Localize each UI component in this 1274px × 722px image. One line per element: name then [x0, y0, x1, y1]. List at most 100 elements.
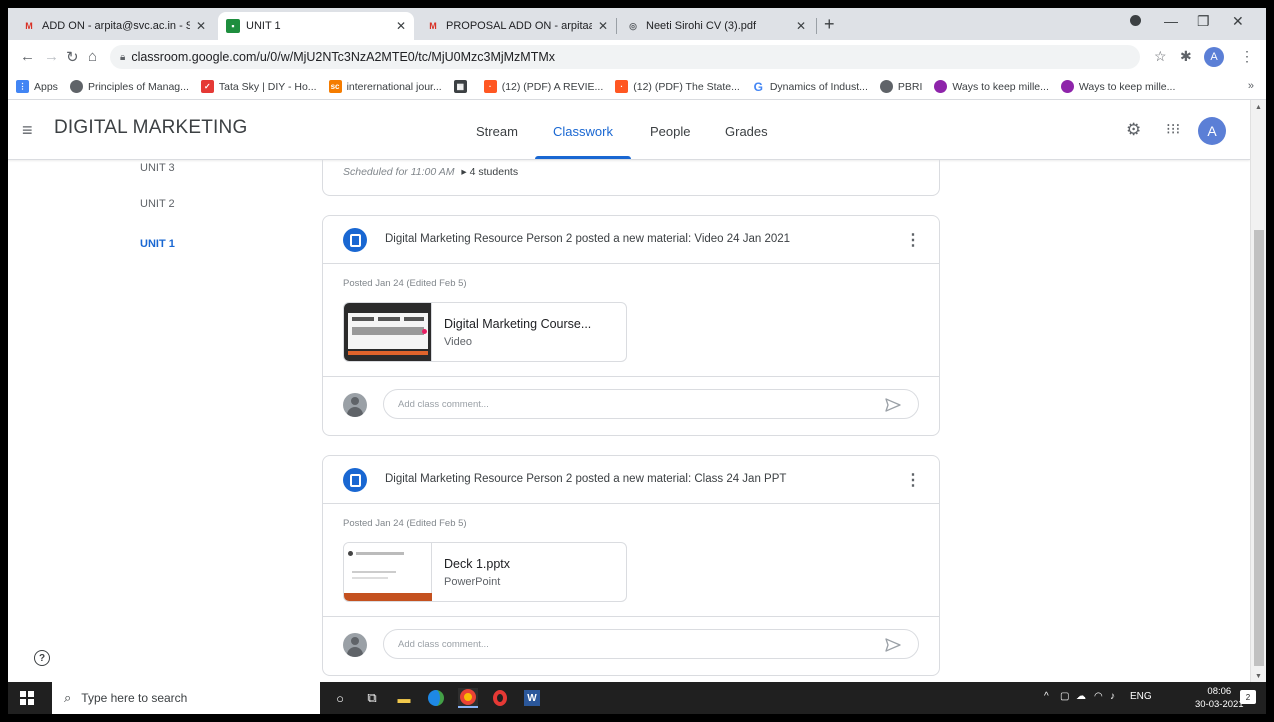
- tab-people[interactable]: People: [650, 124, 690, 139]
- cortana-icon[interactable]: ○: [330, 688, 350, 708]
- bookmark-label: Dynamics of Indust...: [769, 80, 868, 93]
- bookmark-item[interactable]: · (12) (PDF) The State...: [615, 80, 740, 93]
- close-window-icon[interactable]: ✕: [1232, 13, 1244, 30]
- bookmark-item[interactable]: · (12) (PDF) A REVIE...: [483, 80, 603, 93]
- scroll-up-icon[interactable]: ▲: [1255, 104, 1262, 111]
- bookmark-label: Tata Sky | DIY - Ho...: [218, 80, 317, 93]
- clock-date: 30-03-2021: [1195, 699, 1244, 710]
- taskbar-clock[interactable]: 08:06 30-03-2021: [1195, 685, 1244, 711]
- more-options-icon[interactable]: ⋮: [905, 470, 921, 490]
- edge-icon[interactable]: [426, 688, 446, 708]
- students-count: 4 students: [469, 166, 519, 178]
- meet-now-icon[interactable]: ▢: [1060, 691, 1069, 702]
- google-apps-icon[interactable]: ⁝⁝⁝: [1166, 120, 1180, 138]
- send-icon[interactable]: [884, 636, 902, 654]
- browser-tab-cv-pdf[interactable]: ◎ Neeti Sirohi CV (3).pdf ✕: [618, 12, 814, 40]
- bookmark-item[interactable]: G Dynamics of Indust...: [752, 80, 868, 94]
- main-menu-icon[interactable]: ≡: [22, 120, 33, 141]
- bookmark-item[interactable]: ✓ Tata Sky | DIY - Ho...: [200, 80, 317, 93]
- researchgate-icon: ·: [483, 80, 497, 93]
- close-tab-icon[interactable]: ✕: [396, 19, 406, 33]
- account-avatar[interactable]: A: [1198, 117, 1226, 145]
- home-icon[interactable]: ⌂: [88, 48, 97, 65]
- post-header[interactable]: Digital Marketing Resource Person 2 post…: [323, 216, 939, 264]
- restore-icon[interactable]: ❐: [1197, 13, 1210, 30]
- scroll-down-icon[interactable]: ▼: [1255, 673, 1262, 680]
- bookmark-label: Ways to keep mille...: [1078, 80, 1176, 93]
- bookmark-item[interactable]: Ways to keep mille...: [934, 80, 1049, 93]
- tab-classwork[interactable]: Classwork: [553, 124, 613, 139]
- more-options-icon[interactable]: ⋮: [905, 230, 921, 250]
- attachment-powerpoint[interactable]: Deck 1.pptx PowerPoint: [343, 542, 627, 602]
- profile-avatar-small[interactable]: A: [1204, 47, 1224, 67]
- comment-placeholder: Add class comment...: [398, 398, 489, 410]
- opera-icon[interactable]: [490, 688, 510, 708]
- vertical-scrollbar[interactable]: ▲ ▼: [1250, 100, 1266, 682]
- comment-row: Add class comment...: [323, 616, 939, 676]
- omnibox[interactable]: 🔒︎ classroom.google.com/u/0/w/MjU2NTc3Nz…: [110, 45, 1140, 69]
- close-tab-icon[interactable]: ✕: [598, 19, 608, 33]
- word-icon[interactable]: W: [522, 688, 542, 708]
- new-tab-icon[interactable]: +: [824, 14, 835, 35]
- bookmark-apps[interactable]: ⋮ Apps: [16, 80, 58, 93]
- tab-search-icon[interactable]: [1130, 15, 1141, 26]
- scheduled-info: Scheduled for 11:00 AM ▸ 4 students: [343, 166, 518, 178]
- bookmark-item[interactable]: Principles of Manag...: [69, 80, 189, 93]
- help-icon[interactable]: ?: [34, 650, 50, 666]
- commenter-avatar: [343, 393, 367, 417]
- sidebar-item-unit-1[interactable]: UNIT 1: [140, 238, 175, 250]
- volume-icon[interactable]: ♪: [1110, 691, 1115, 702]
- action-center-icon[interactable]: 2: [1240, 690, 1256, 704]
- material-post: Digital Marketing Resource Person 2 post…: [322, 455, 940, 676]
- sidebar-item-unit-3[interactable]: UNIT 3: [140, 162, 175, 174]
- tab-grades[interactable]: Grades: [725, 124, 768, 139]
- class-comment-input[interactable]: Add class comment...: [383, 389, 919, 419]
- gmail-icon: M: [25, 21, 33, 31]
- lock-icon: 🔒︎: [120, 51, 126, 63]
- slide-thumbnail: [344, 543, 432, 601]
- class-comment-input[interactable]: Add class comment...: [383, 629, 919, 659]
- bookmark-item[interactable]: sc interernational jour...: [328, 80, 442, 93]
- class-title[interactable]: DIGITAL MARKETING: [54, 117, 247, 139]
- chrome-icon[interactable]: [458, 688, 478, 708]
- reload-icon[interactable]: ↻: [66, 48, 79, 66]
- taskbar-search-box[interactable]: ⌕ Type here to search: [52, 682, 320, 714]
- close-tab-icon[interactable]: ✕: [196, 19, 206, 33]
- settings-gear-icon[interactable]: ⚙: [1126, 120, 1141, 140]
- windows-start-icon[interactable]: [20, 691, 34, 705]
- tata-sky-icon: ✓: [200, 80, 214, 93]
- scheduled-card: Scheduled for 11:00 AM ▸ 4 students: [322, 160, 940, 196]
- browser-tab-gmail-proposal[interactable]: M PROPOSAL ADD ON - arpitaaa@ ✕: [418, 12, 616, 40]
- file-explorer-icon[interactable]: ▬: [394, 688, 414, 708]
- bookmark-star-icon[interactable]: ☆: [1154, 48, 1167, 65]
- bookmark-item[interactable]: Ways to keep mille...: [1060, 80, 1176, 93]
- wifi-icon[interactable]: ◠: [1094, 691, 1103, 702]
- post-header[interactable]: Digital Marketing Resource Person 2 post…: [323, 456, 939, 504]
- bookmark-item[interactable]: ▦: [453, 80, 472, 93]
- material-book-icon: [343, 468, 367, 492]
- language-indicator[interactable]: ENG: [1130, 691, 1152, 702]
- active-tab-indicator: [535, 156, 631, 159]
- scrollbar-thumb[interactable]: [1254, 230, 1264, 666]
- forward-icon[interactable]: →: [44, 48, 59, 65]
- browser-tab-gmail-add-on[interactable]: M ADD ON - arpita@svc.ac.in - Sri \ ✕: [14, 12, 214, 40]
- browser-menu-icon[interactable]: ⋮: [1240, 48, 1254, 65]
- tab-title: ADD ON - arpita@svc.ac.in - Sri \: [42, 20, 190, 32]
- show-hidden-icons-icon[interactable]: ^: [1044, 691, 1049, 702]
- tab-title: UNIT 1: [246, 20, 281, 32]
- onedrive-cloud-icon[interactable]: ☁: [1076, 691, 1086, 702]
- browser-tab-unit-1[interactable]: ▪ UNIT 1 ✕: [218, 12, 414, 40]
- sidebar-item-unit-2[interactable]: UNIT 2: [140, 198, 175, 210]
- back-icon[interactable]: ←: [20, 48, 35, 65]
- browser-window: M ADD ON - arpita@svc.ac.in - Sri \ ✕ ▪ …: [8, 8, 1266, 714]
- minimize-icon[interactable]: —: [1164, 13, 1178, 29]
- more-bookmarks-icon[interactable]: »: [1248, 80, 1254, 92]
- extensions-icon[interactable]: ✱: [1180, 48, 1192, 65]
- attachment-video[interactable]: Digital Marketing Course... Video: [343, 302, 627, 362]
- bookmark-item[interactable]: PBRI: [879, 80, 922, 93]
- students-toggle[interactable]: ▸ 4 students: [461, 166, 518, 178]
- close-tab-icon[interactable]: ✕: [796, 19, 806, 33]
- task-view-icon[interactable]: ⧉: [362, 688, 382, 708]
- tab-stream[interactable]: Stream: [476, 124, 518, 139]
- send-icon[interactable]: [884, 396, 902, 414]
